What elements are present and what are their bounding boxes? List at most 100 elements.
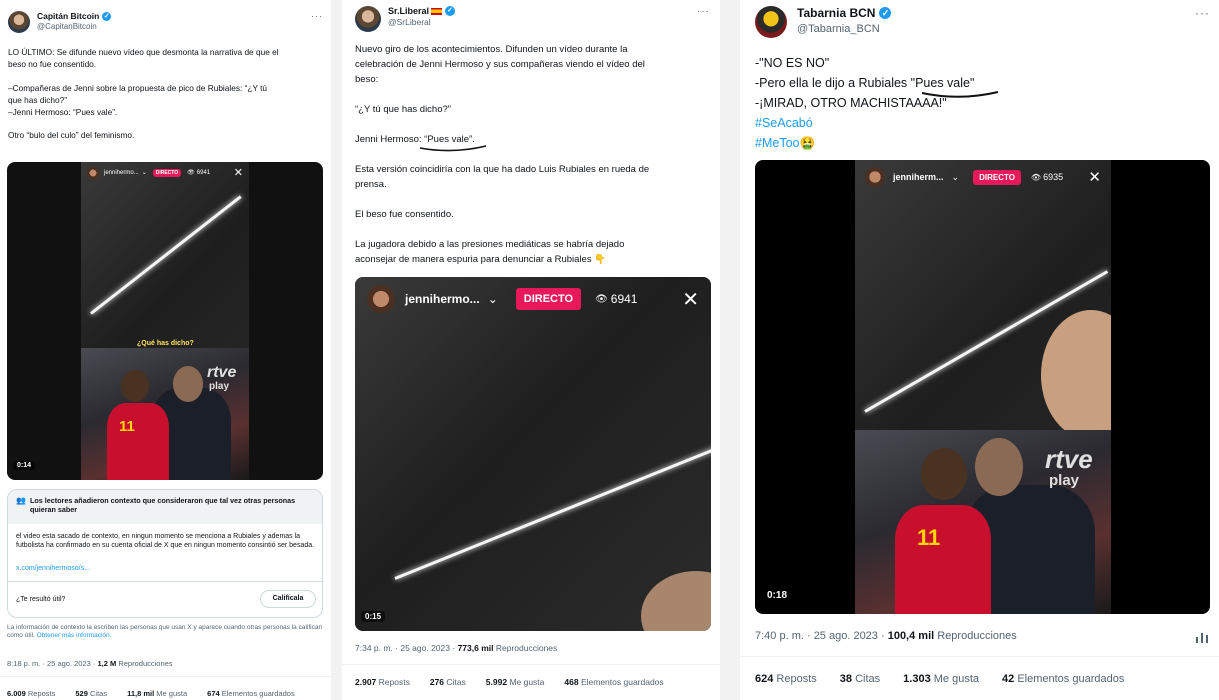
- text-line: –Jenni Hermoso: “Pues vale”.: [8, 106, 118, 117]
- text-line: [355, 222, 710, 237]
- live-username: jenniherm...: [893, 172, 944, 182]
- reposts-count: 624: [755, 673, 774, 685]
- quotes-label: Citas: [90, 689, 108, 698]
- avatar[interactable]: [755, 6, 787, 38]
- hashtag[interactable]: #SeAcabó: [755, 113, 1205, 133]
- reposts-stat[interactable]: 2.907 Reposts: [355, 677, 420, 687]
- tweet-time[interactable]: 7:40 p. m. · 25 ago. 2023 ·: [755, 630, 885, 642]
- jersey-number: 11: [917, 525, 941, 550]
- text-line: La jugadora debido a las presiones mediá…: [355, 239, 625, 250]
- text-line: [8, 118, 326, 130]
- quotes-stat[interactable]: 276 Citas: [430, 677, 476, 687]
- tweet-meta: 7:40 p. m. · 25 ago. 2023 · 100,4 mil Re…: [755, 630, 1017, 642]
- likes-count: 5.992: [485, 677, 508, 687]
- avatar[interactable]: [355, 6, 381, 32]
- close-icon[interactable]: ✕: [234, 166, 243, 179]
- viewer-count: 6941: [610, 292, 638, 306]
- text-line: beso no fue consentido.: [8, 58, 97, 69]
- reposts-stat[interactable]: 6.009 Reposts: [7, 689, 65, 698]
- rate-button[interactable]: Califícala: [260, 590, 316, 608]
- tweet-meta: 8:18 p. m. · 25 ago. 2023 · 1,2 M Reprod…: [7, 659, 173, 668]
- note-title: Los lectores añadieron contexto que cons…: [29, 496, 296, 514]
- saves-stat[interactable]: 674 Elementos guardados: [207, 689, 305, 698]
- note-disclaimer: La información de contexto la escriben l…: [7, 624, 323, 641]
- close-icon[interactable]: ✕: [1088, 168, 1101, 186]
- hashtag[interactable]: #MeToo🤮: [755, 133, 1205, 153]
- live-username: jennihermo...: [104, 169, 139, 176]
- watermark-sub: play: [209, 381, 230, 392]
- author-name[interactable]: Tabarnia BCN: [797, 6, 875, 20]
- close-icon[interactable]: ✕: [682, 287, 699, 312]
- tweet-time[interactable]: 7:34 p. m. · 25 ago. 2023 ·: [355, 643, 455, 653]
- tweet-header: Capitán Bitcoin ✓ @CapitanBitcoin ···: [8, 11, 323, 33]
- note-body: el video esta sacado de contexto, en nin…: [16, 533, 315, 550]
- author-name[interactable]: Sr.Liberal: [388, 6, 429, 16]
- more-icon[interactable]: ···: [311, 11, 323, 21]
- author-name[interactable]: Capitán Bitcoin: [37, 11, 99, 21]
- tweet-capitan-bitcoin: Capitán Bitcoin ✓ @CapitanBitcoin ··· LO…: [0, 0, 331, 700]
- saves-count: 468: [564, 677, 579, 687]
- likes-label: Me gusta: [156, 689, 188, 698]
- watermark-sub: play: [1049, 472, 1080, 489]
- likes-stat[interactable]: 5.992 Me gusta: [486, 677, 555, 687]
- live-avatar: [865, 167, 885, 187]
- saves-stat[interactable]: 468 Elementos guardados: [564, 677, 673, 687]
- text-line: El beso fue consentido.: [355, 209, 454, 220]
- jersey-number: 11: [119, 418, 135, 435]
- avatar[interactable]: [8, 11, 30, 33]
- views-label: Reproducciones: [937, 630, 1017, 642]
- text-line: [355, 192, 710, 207]
- author-handle[interactable]: @Tabarnia_BCN: [797, 23, 891, 35]
- views-count: 773,6 mil: [457, 643, 494, 653]
- tweet-text: -"NO ES NO" -Pero ella le dijo a Rubiale…: [755, 53, 1205, 153]
- verified-badge-icon: ✓: [102, 11, 112, 21]
- live-badge: DIRECTO: [973, 169, 1021, 185]
- video-player[interactable]: jenniherm... ⌄ DIRECTO 👁 6935 ✕ 11 rtve …: [755, 160, 1210, 614]
- tweet-text: LO ÚLTIMO: Se difunde nuevo vídeo que de…: [8, 47, 326, 142]
- views-label: Reproducciones: [118, 659, 173, 668]
- quotes-label: Citas: [446, 677, 466, 687]
- saves-label: Elementos guardados: [580, 677, 664, 687]
- verified-badge-icon: ✓: [879, 7, 892, 19]
- views-count: 100,4 mil: [887, 630, 935, 642]
- saves-count: 674: [207, 689, 220, 698]
- tweet-tabarnia-bcn: Tabarnia BCN ✓ @Tabarnia_BCN ··· -"NO ES…: [740, 0, 1219, 700]
- tweet-stats: 2.907 Reposts 276 Citas 5.992 Me gusta 4…: [355, 677, 684, 687]
- community-note: 👥 Los lectores añadieron contexto que co…: [7, 489, 323, 618]
- saves-label: Elementos guardados: [221, 689, 295, 698]
- more-icon[interactable]: ···: [1195, 6, 1210, 20]
- eye-icon: 👁: [187, 170, 195, 176]
- author-handle[interactable]: @CapitanBitcoin: [37, 22, 111, 31]
- note-link[interactable]: x.com/jennihermoso/s...: [16, 565, 90, 572]
- reposts-label: Reposts: [27, 689, 56, 698]
- quotes-stat[interactable]: 38 Citas: [840, 673, 890, 685]
- video-player[interactable]: jennihermo... ⌄ DIRECTO 👁 6941 ✕ 0:15: [355, 277, 711, 631]
- likes-stat[interactable]: 11,8 mil Me gusta: [127, 689, 197, 698]
- likes-label: Me gusta: [933, 673, 979, 685]
- analytics-icon[interactable]: [1195, 630, 1209, 644]
- quotes-stat[interactable]: 529 Citas: [75, 689, 117, 698]
- more-icon[interactable]: ···: [697, 6, 710, 17]
- text-line: que has dicho?”: [8, 94, 68, 105]
- author-handle[interactable]: @SrLiberal: [388, 17, 455, 27]
- tweet-meta: 7:34 p. m. · 25 ago. 2023 · 773,6 mil Re…: [355, 643, 557, 653]
- helpful-question: ¿Te resultó útil?: [16, 596, 66, 603]
- text-line: Nuevo giro de los acontecimientos. Difun…: [355, 44, 628, 55]
- reposts-stat[interactable]: 624 Reposts: [755, 673, 827, 685]
- live-avatar: [367, 285, 395, 313]
- tweet-time[interactable]: 8:18 p. m. · 25 ago. 2023 ·: [7, 659, 95, 668]
- tweet-header: Tabarnia BCN ✓ @Tabarnia_BCN ···: [755, 6, 1210, 38]
- video-inset: 11 rtve play: [855, 430, 1111, 614]
- video-caption: ¿Qué has dicho?: [137, 340, 194, 347]
- saves-stat[interactable]: 42 Elementos guardados: [1002, 673, 1134, 685]
- reposts-count: 2.907: [355, 677, 377, 687]
- likes-stat[interactable]: 1.303 Me gusta: [903, 673, 989, 685]
- eye-icon: 👁: [595, 293, 608, 305]
- separator: [331, 0, 342, 700]
- reposts-label: Reposts: [378, 677, 410, 687]
- learn-more-link[interactable]: Obtener más información.: [37, 632, 112, 639]
- video-player[interactable]: jennihermo... ⌄ DIRECTO 👁 6941 ✕ 11 rtve…: [7, 162, 323, 480]
- eye-icon: 👁: [1030, 172, 1042, 182]
- tweet-sr-liberal: Sr.Liberal ✓ @SrLiberal ··· Nuevo giro d…: [342, 0, 720, 700]
- tweet-header: Sr.Liberal ✓ @SrLiberal ···: [355, 6, 710, 32]
